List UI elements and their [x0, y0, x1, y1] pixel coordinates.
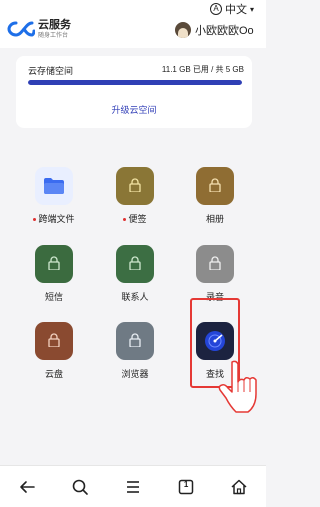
cloud-logo-icon	[7, 21, 35, 37]
storage-progress-fill	[28, 80, 242, 85]
app-label: 跨端文件	[38, 214, 75, 224]
home-icon[interactable]	[228, 476, 250, 498]
tabs-icon[interactable]: 1	[175, 476, 197, 498]
app-sms[interactable]: 短信	[19, 245, 89, 303]
contacts-lock-icon	[116, 245, 154, 283]
user-account[interactable]: 小欧欧欧Oo	[175, 22, 254, 38]
search-icon[interactable]	[69, 476, 91, 498]
language-icon: A	[209, 3, 222, 15]
app-notes[interactable]: 便签	[100, 167, 170, 225]
cloud-drive-lock-icon	[35, 322, 73, 360]
gallery-lock-icon	[196, 167, 234, 205]
menu-icon[interactable]	[122, 476, 144, 498]
app-label: 短信	[44, 292, 63, 302]
language-label: 中文	[224, 4, 247, 16]
storage-title: 云存储空间	[28, 66, 74, 76]
notes-lock-icon	[116, 167, 154, 205]
app-browser[interactable]: 浏览器	[100, 322, 170, 380]
app-recorder[interactable]: 录音	[180, 245, 250, 303]
app-contacts[interactable]: 联系人	[100, 245, 170, 303]
language-switch[interactable]: A 中文 ▾	[209, 1, 254, 17]
app-label: 相册	[205, 214, 224, 224]
folder-icon	[35, 167, 73, 205]
top-bar: 云服务 随身工作台 A 中文 ▾ 小欧欧欧Oo	[0, 0, 266, 48]
storage-progress-bar	[28, 80, 242, 85]
badge-dot	[33, 218, 37, 222]
bottom-nav: 1	[0, 465, 266, 507]
app-label: 联系人	[121, 292, 149, 302]
brand-subtitle: 随身工作台	[38, 33, 69, 39]
browser-lock-icon	[116, 322, 154, 360]
app-label: 浏览器	[121, 369, 149, 379]
app-label: 云盘	[44, 369, 63, 379]
brand: 云服务 随身工作台	[38, 19, 71, 40]
app-cloud-drive[interactable]: 云盘	[19, 322, 89, 380]
tabs-count: 1	[183, 479, 189, 489]
recorder-lock-icon	[196, 245, 234, 283]
sms-lock-icon	[35, 245, 73, 283]
pointing-hand-icon	[218, 360, 257, 413]
upgrade-storage-link[interactable]: 升级云空间	[16, 103, 252, 116]
avatar	[175, 22, 191, 38]
app-gallery[interactable]: 相册	[180, 167, 250, 225]
badge-dot	[123, 218, 127, 222]
app-label: 便签	[128, 214, 147, 224]
storage-usage: 11.1 GB 已用 / 共 5 GB	[161, 65, 244, 74]
app-cross-device-files[interactable]: 跨端文件	[19, 167, 89, 225]
brand-title: 云服务	[38, 19, 71, 31]
chevron-down-icon: ▾	[249, 4, 254, 14]
username: 小欧欧欧Oo	[195, 25, 254, 37]
storage-card: 云存储空间 11.1 GB 已用 / 共 5 GB 升级云空间	[16, 56, 252, 128]
back-icon[interactable]	[16, 476, 38, 498]
